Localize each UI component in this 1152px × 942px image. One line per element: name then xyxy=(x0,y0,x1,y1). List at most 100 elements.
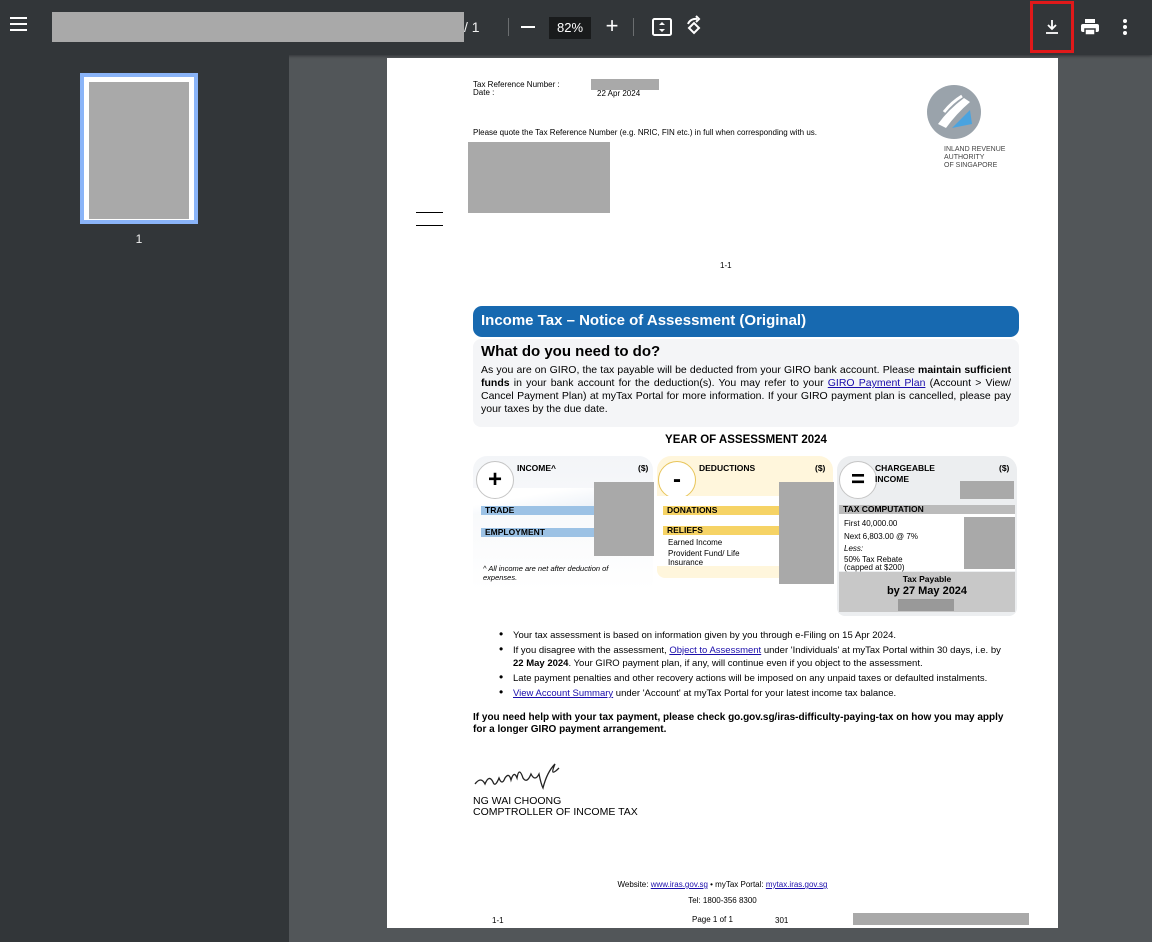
todo-text: As you are on GIRO, the tax payable will… xyxy=(481,364,1011,416)
org-name-line: AUTHORITY xyxy=(944,154,985,161)
computation-line: Less: xyxy=(844,544,864,553)
footer-links: Website: www.iras.gov.sg • myTax Portal:… xyxy=(387,880,1058,889)
footer-redacted xyxy=(853,913,1029,925)
todo-text-part: As you are on GIRO, the tax payable will… xyxy=(481,364,915,376)
note-text: under 'Individuals' at myTax Portal with… xyxy=(763,645,1001,656)
computation-line: Next 6,803.00 @ 7% xyxy=(844,532,918,541)
computation-line: (capped at $200) xyxy=(844,563,905,572)
list-item: Your tax assessment is based on informat… xyxy=(499,628,1014,642)
notice-banner: Income Tax – Notice of Assessment (Origi… xyxy=(473,306,1019,337)
income-title: INCOME^ xyxy=(517,463,556,473)
computation-line: First 40,000.00 xyxy=(844,519,898,528)
footer-label: Website: xyxy=(617,880,649,889)
note-text: under 'Account' at myTax Portal for your… xyxy=(615,688,897,699)
todo-section: What do you need to do? As you are on GI… xyxy=(473,339,1019,427)
employment-row: EMPLOYMENT xyxy=(481,528,597,537)
signature-image: ngwaichoong xyxy=(473,762,608,796)
plus-icon: + xyxy=(476,461,514,499)
computation-values-redacted xyxy=(964,517,1015,569)
fit-page-icon[interactable] xyxy=(650,15,674,39)
toolbar-divider xyxy=(508,18,509,36)
footer-label: • myTax Portal: xyxy=(710,880,764,889)
org-name-line: INLAND REVENUE xyxy=(944,146,1006,153)
deductions-title: DEDUCTIONS xyxy=(699,463,756,473)
pdf-toolbar: / 1 82% + xyxy=(0,0,1152,55)
income-panel: + INCOME^ ($) TRADE EMPLOYMENT ^ All inc… xyxy=(473,456,654,590)
zoom-out-icon[interactable] xyxy=(521,26,535,28)
giro-payment-plan-link[interactable]: GIRO Payment Plan xyxy=(828,377,926,389)
tax-payable-date: by 27 May 2024 xyxy=(886,585,968,597)
chargeable-title: CHARGEABLE INCOME xyxy=(875,463,935,485)
income-unit: ($) xyxy=(638,463,649,473)
org-name-line: OF SINGAPORE xyxy=(944,162,998,169)
deductions-panel: - DEDUCTIONS ($) DONATIONS RELIEFS Earne… xyxy=(657,456,834,584)
assessment-notes: Your tax assessment is based on informat… xyxy=(499,628,1014,702)
fold-mark xyxy=(416,225,443,226)
zoom-level-input[interactable]: 82% xyxy=(549,17,591,39)
footer-left-code: 1-1 xyxy=(492,916,504,925)
quote-notice: Please quote the Tax Reference Number (e… xyxy=(473,128,818,137)
note-text: Your tax assessment is based on informat… xyxy=(513,630,897,641)
menu-icon[interactable] xyxy=(10,17,30,37)
signatory: NG WAI CHOONG COMPTROLLER OF INCOME TAX xyxy=(473,796,638,818)
ref-code: 1-1 xyxy=(720,261,732,270)
chargeable-panel: = CHARGEABLE INCOME ($) TAX COMPUTATION … xyxy=(837,456,1017,616)
view-account-summary-link[interactable]: View Account Summary xyxy=(513,688,613,699)
footer-tel: Tel: 1800-356 8300 xyxy=(688,896,757,905)
org-name: INLAND REVENUE AUTHORITY OF SINGAPORE xyxy=(944,146,1005,170)
note-text: If you disagree with the assessment, xyxy=(513,645,667,656)
mytax-portal-link[interactable]: mytax.iras.gov.sg xyxy=(766,880,828,889)
date-value: 22 Apr 2024 xyxy=(597,89,641,98)
pdf-page: Tax Reference Number : Date : 22 Apr 202… xyxy=(387,58,1058,928)
print-icon[interactable] xyxy=(1078,15,1102,39)
page-thumbnail[interactable] xyxy=(80,73,198,224)
chargeable-value-redacted xyxy=(960,481,1014,499)
header-labels: Tax Reference Number : Date : xyxy=(473,81,560,97)
footer-code: 301 xyxy=(775,916,789,925)
minus-icon: - xyxy=(658,461,696,499)
signatory-title: COMPTROLLER OF INCOME TAX xyxy=(473,806,638,818)
todo-text-part: in your bank account for the deduction(s… xyxy=(513,377,824,389)
deductions-unit: ($) xyxy=(815,463,826,473)
list-item: If you disagree with the assessment, Obj… xyxy=(499,643,1014,670)
earned-income: Earned Income xyxy=(668,538,723,547)
tax-payable-title: Tax Payable xyxy=(902,574,952,584)
chargeable-title-line: CHARGEABLE xyxy=(875,463,935,473)
rotate-icon[interactable] xyxy=(682,15,706,39)
reliefs-row: RELIEFS xyxy=(663,526,779,535)
iras-website-link[interactable]: www.iras.gov.sg xyxy=(651,880,708,889)
note-text: Late payment penalties and other recover… xyxy=(513,673,988,684)
note-text: . Your GIRO payment plan, if any, will c… xyxy=(568,658,923,669)
equals-icon: = xyxy=(839,461,877,499)
toolbar-divider xyxy=(633,18,634,36)
chargeable-unit: ($) xyxy=(999,463,1010,473)
filename-redacted xyxy=(52,12,464,42)
thumbnail-sidebar: 1 xyxy=(0,55,289,942)
page-count: / 1 xyxy=(464,19,480,35)
help-text: If you need help with your tax payment, … xyxy=(473,712,1004,735)
download-highlight xyxy=(1030,1,1074,53)
iras-logo xyxy=(926,84,982,140)
address-redacted xyxy=(468,142,610,213)
more-vert-icon[interactable] xyxy=(1113,15,1137,39)
object-to-assessment-link[interactable]: Object to Assessment xyxy=(669,645,761,656)
tax-computation-row: TAX COMPUTATION xyxy=(839,505,1015,514)
provident-fund: Provident Fund/ Life Insurance xyxy=(668,549,740,567)
date-label: Date : xyxy=(473,88,495,97)
trade-row: TRADE xyxy=(481,506,597,515)
tax-payable-redacted xyxy=(898,599,954,611)
note-bold: 22 May 2024 xyxy=(513,658,569,669)
year-heading: YEAR OF ASSESSMENT 2024 xyxy=(665,434,827,446)
donations-row: DONATIONS xyxy=(663,506,779,515)
deductions-values-redacted xyxy=(779,482,834,584)
computation-lines: First 40,000.00 Next 6,803.00 @ 7% Less:… xyxy=(844,517,918,572)
list-item: Late payment penalties and other recover… xyxy=(499,671,1014,685)
fold-mark xyxy=(416,212,443,213)
income-note: ^ All income are net after deduction of … xyxy=(483,564,609,582)
zoom-in-icon[interactable]: + xyxy=(604,15,620,37)
income-values-redacted xyxy=(594,482,654,556)
todo-heading: What do you need to do? xyxy=(481,343,661,360)
chargeable-title-line: INCOME xyxy=(875,474,909,484)
footer-page: Page 1 of 1 xyxy=(692,915,733,924)
list-item: View Account Summary under 'Account' at … xyxy=(499,686,1014,700)
